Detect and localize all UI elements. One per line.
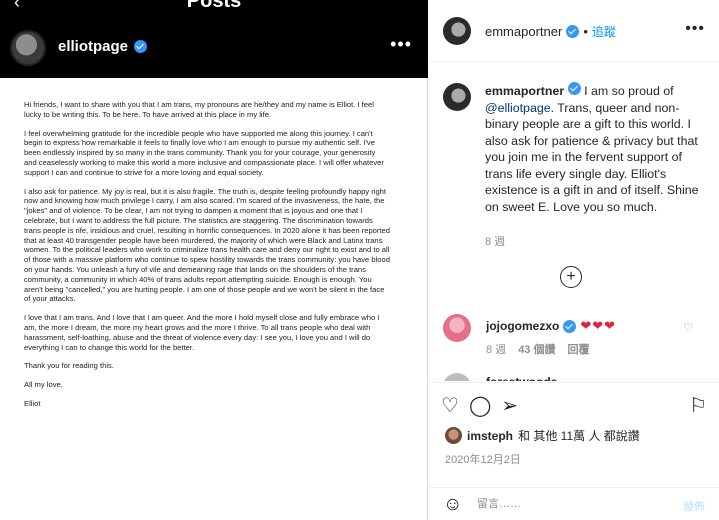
caption-text: emmaportner I am so proud of @elliotpage… [485, 82, 705, 215]
verified-badge-icon [563, 319, 577, 333]
author-row: emmaportner • 追蹤 [485, 23, 616, 40]
caption-timestamp[interactable]: 8 週 [485, 233, 505, 249]
letter-signature: Elliot [24, 398, 41, 408]
verified-badge-icon [134, 40, 148, 53]
follow-button[interactable]: 追蹤 [592, 23, 616, 40]
embedded-avatar [10, 30, 46, 66]
more-options-icon[interactable]: ••• [685, 20, 705, 38]
embedded-header: ‹ Posts elliotpage ••• [0, 0, 428, 78]
comment-avatar[interactable] [443, 373, 471, 381]
post-image-panel: ‹ Posts elliotpage ••• Hi friends, I wan… [0, 0, 428, 520]
share-paper-plane-icon[interactable]: ➢ [501, 395, 518, 417]
caption-body-end: . Trans, queer and non-binary people are… [485, 100, 699, 214]
separator-dot: • [583, 24, 588, 39]
post-date[interactable]: 2020年12月2日 [445, 451, 521, 467]
verified-badge-icon [567, 82, 581, 95]
author-username[interactable]: emmaportner [485, 24, 562, 39]
letter-paragraph: I also ask for patience. My joy is real,… [24, 186, 390, 304]
letter-paragraph: Hi friends, I want to share with you tha… [24, 100, 374, 119]
comment-header: jojogomezxo ❤❤❤ [486, 318, 616, 334]
add-comment-box: ☺ 發佈 [429, 487, 719, 520]
caption-avatar[interactable] [443, 83, 471, 111]
comment-time[interactable]: 8 週 [486, 341, 506, 357]
liked-by-others[interactable]: 和 其他 11萬 人 都說讚 [518, 427, 640, 444]
action-bar: ♡ ◯ ➢ ⚐ imsteph 和 其他 11萬 人 都說讚 2020年12月2… [429, 382, 719, 486]
letter-paragraph: All my love, [24, 380, 63, 390]
verified-badge-icon [566, 25, 580, 38]
comment-like-heart-icon[interactable]: ♡ [683, 321, 693, 334]
embedded-more-icon: ••• [390, 34, 412, 54]
caption-username[interactable]: emmaportner [485, 84, 564, 98]
comment-input[interactable] [477, 493, 667, 515]
caption-body-start: I am so proud of [580, 84, 674, 98]
comments-scroll-area[interactable]: emmaportner I am so proud of @elliotpage… [429, 63, 719, 381]
post-comment-button[interactable]: 發佈 [683, 498, 705, 514]
letter-text: Hi friends, I want to share with you tha… [24, 100, 390, 418]
comment-likes[interactable]: 43 個讚 [518, 341, 555, 357]
comment-bubble-icon[interactable]: ◯ [469, 395, 491, 417]
letter-paragraph: Thank you for reading this. [24, 361, 114, 371]
bookmark-icon[interactable]: ⚐ [689, 395, 707, 417]
post-header: emmaportner • 追蹤 ••• [429, 0, 719, 62]
comment-avatar[interactable] [443, 314, 471, 342]
embedded-username: elliotpage [58, 38, 129, 55]
load-more-comments-icon[interactable]: + [560, 266, 582, 288]
emoji-smiley-icon[interactable]: ☺ [443, 488, 462, 520]
comment-username[interactable]: forestwoods [486, 375, 557, 381]
mention-link[interactable]: @elliotpage [485, 101, 551, 115]
letter-paragraph: I love that I am trans. And I love that … [24, 313, 380, 352]
liked-by-row: imsteph 和 其他 11萬 人 都說讚 [445, 427, 640, 444]
liked-by-username[interactable]: imsteph [467, 429, 513, 443]
like-heart-icon[interactable]: ♡ [441, 395, 459, 417]
author-avatar[interactable] [443, 17, 471, 45]
comment-username[interactable]: jojogomezxo [486, 319, 559, 333]
embedded-username-row: elliotpage [58, 38, 148, 55]
action-icons: ♡ ◯ ➢ [441, 395, 518, 417]
reply-button[interactable]: 回覆 [567, 341, 589, 357]
post-sidebar: emmaportner • 追蹤 ••• emmaportner I am so… [429, 0, 719, 520]
heart-emoji-text: ❤❤❤ [580, 318, 617, 333]
letter-paragraph: I feel overwhelming gratitude for the in… [24, 128, 384, 177]
comment-meta: 8 週 43 個讚 回覆 [486, 341, 589, 357]
liked-by-avatar[interactable] [445, 427, 462, 444]
posts-title: Posts [186, 0, 242, 12]
